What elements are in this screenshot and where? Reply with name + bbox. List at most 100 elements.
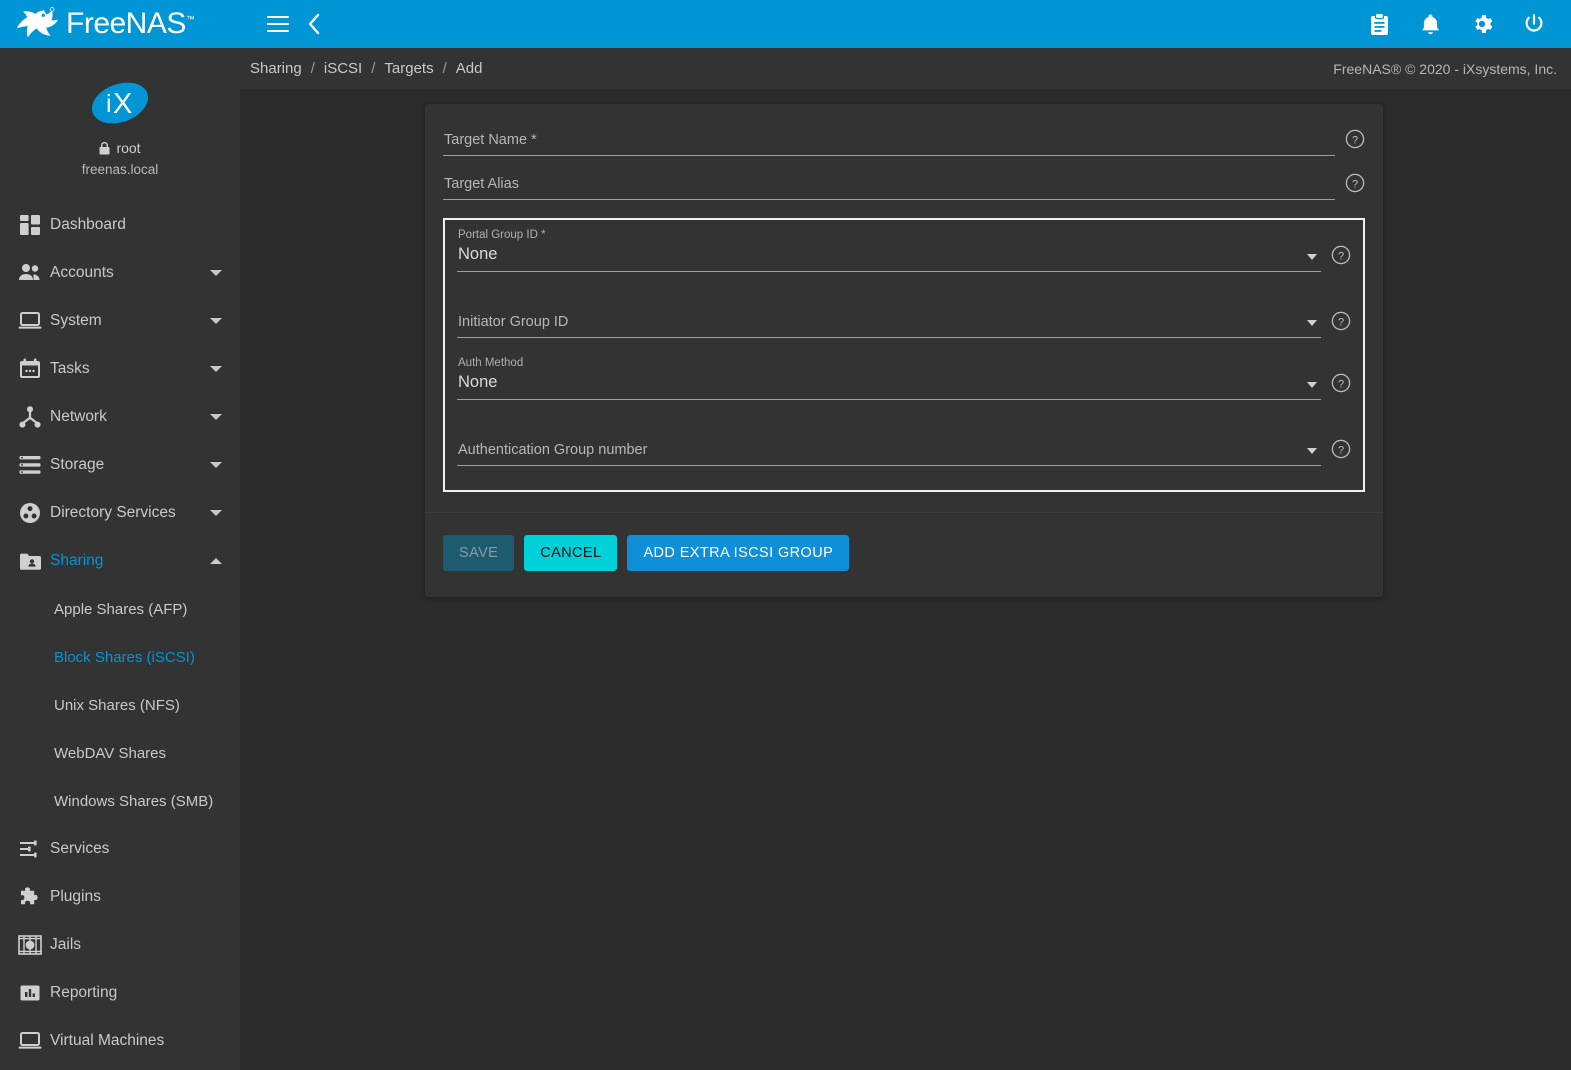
svg-text:?: ? (1338, 378, 1344, 390)
field-underline (443, 155, 1335, 156)
calendar-icon (12, 358, 48, 380)
chevron-down-icon[interactable] (1307, 254, 1317, 260)
laptop-icon (12, 1031, 48, 1051)
sidebar-nav: Dashboard Accounts (0, 195, 240, 1065)
svg-text:?: ? (1352, 134, 1358, 146)
sidebar-item-label: Network (48, 408, 210, 426)
chevron-down-icon[interactable] (1307, 382, 1317, 388)
sidebar-item-virtual-machines[interactable]: Virtual Machines (0, 1017, 240, 1065)
sidebar-item-label: System (48, 312, 210, 330)
sidebar-item-apple-shares-afp[interactable]: Apple Shares (AFP) (0, 585, 240, 633)
field-initiator-group-id[interactable]: Initiator Group ID ? (457, 312, 1351, 338)
chevron-down-icon[interactable] (210, 318, 222, 324)
top-toolbar (240, 0, 1571, 48)
sidebar-item-label: Directory Services (48, 504, 210, 522)
sidebar-item-reporting[interactable]: Reporting (0, 969, 240, 1017)
save-button[interactable]: SAVE (443, 535, 514, 571)
breadcrumb-separator: / (434, 60, 456, 77)
add-extra-iscsi-group-button[interactable]: ADD EXTRA ISCSI GROUP (627, 535, 849, 571)
freenas-admin-page: FreeNAS™ (0, 0, 1571, 1070)
lock-icon (99, 142, 110, 155)
cancel-button[interactable]: CANCEL (524, 535, 617, 571)
help-circle-icon[interactable]: ? (1345, 173, 1365, 193)
svg-text:i: i (106, 90, 112, 118)
breadcrumb-item-2[interactable]: Targets (384, 60, 433, 77)
sidebar-hostname: freenas.local (0, 162, 240, 177)
sidebar-item-windows-shares-smb[interactable]: Windows Shares (SMB) (0, 777, 240, 825)
field-target-name[interactable]: Target Name * ? (443, 130, 1365, 156)
dashboard-grid-icon (12, 214, 48, 236)
task-manager-icon[interactable] (1369, 13, 1390, 36)
field-authentication-group-number[interactable]: Authentication Group number ? (457, 440, 1351, 466)
sidebar-username: root (116, 140, 140, 156)
svg-text:X: X (113, 88, 132, 120)
copyright-text: FreeNAS® © 2020 - iXsystems, Inc. (1333, 61, 1557, 77)
field-label: Target Name * (443, 130, 1335, 150)
sidebar-item-label: Virtual Machines (48, 1032, 222, 1050)
help-circle-icon[interactable]: ? (1331, 439, 1351, 459)
field-label: Initiator Group ID (457, 312, 1321, 332)
sidebar-item-services[interactable]: Services (0, 825, 240, 873)
sidebar-item-label: Reporting (48, 984, 222, 1002)
freenas-fish-logo-icon (14, 7, 58, 41)
sidebar-item-block-shares-iscsi[interactable]: Block Shares (iSCSI) (0, 633, 240, 681)
chevron-left-icon[interactable] (307, 13, 321, 35)
field-underline (443, 199, 1335, 200)
sliders-tune-icon (12, 839, 48, 859)
chevron-up-icon[interactable] (210, 558, 222, 564)
field-portal-group-id[interactable]: Portal Group ID * None ? (457, 228, 1351, 272)
add-target-form-card: Target Name * ? Target Alias ? (425, 104, 1383, 597)
chevron-down-icon[interactable] (1307, 320, 1317, 326)
laptop-icon (12, 311, 48, 331)
sidebar-item-storage[interactable]: Storage (0, 441, 240, 489)
sidebar-item-label: Sharing (48, 552, 210, 570)
sidebar: i X root freenas.local (0, 48, 240, 1070)
chevron-down-icon[interactable] (1307, 448, 1317, 454)
sidebar-item-jails[interactable]: Jails (0, 921, 240, 969)
notifications-bell-icon[interactable] (1420, 13, 1441, 36)
sidebar-item-unix-shares-nfs[interactable]: Unix Shares (NFS) (0, 681, 240, 729)
help-circle-icon[interactable]: ? (1345, 129, 1365, 149)
field-underline (457, 337, 1321, 338)
sidebar-item-system[interactable]: System (0, 297, 240, 345)
help-circle-icon[interactable]: ? (1331, 245, 1351, 265)
settings-gear-icon[interactable] (1471, 13, 1493, 35)
puzzle-piece-icon (12, 886, 48, 908)
breadcrumb-item-3[interactable]: Add (456, 60, 483, 77)
sidebar-profile: i X root freenas.local (0, 48, 240, 195)
field-spacer (457, 418, 1351, 440)
sidebar-item-tasks[interactable]: Tasks (0, 345, 240, 393)
chevron-down-icon[interactable] (210, 462, 222, 468)
field-auth-method[interactable]: Auth Method None ? (457, 356, 1351, 400)
field-label: Target Alias (443, 174, 1335, 194)
hamburger-menu-icon[interactable] (267, 16, 289, 32)
chevron-down-icon[interactable] (210, 270, 222, 276)
chevron-down-icon[interactable] (210, 510, 222, 516)
help-circle-icon[interactable]: ? (1331, 311, 1351, 331)
sidebar-item-sharing[interactable]: Sharing (0, 537, 240, 585)
breadcrumb-item-1[interactable]: iSCSI (324, 60, 362, 77)
field-underline (457, 399, 1321, 400)
sidebar-item-network[interactable]: Network (0, 393, 240, 441)
sidebar-item-label: Tasks (48, 360, 210, 378)
sidebar-item-directory-services[interactable]: Directory Services (0, 489, 240, 537)
breadcrumb: Sharing / iSCSI / Targets / Add (250, 60, 482, 77)
sidebar-item-plugins[interactable]: Plugins (0, 873, 240, 921)
field-label: Auth Method (457, 356, 1321, 370)
field-target-alias[interactable]: Target Alias ? (443, 174, 1365, 200)
breadcrumb-separator: / (302, 60, 324, 77)
bar-chart-icon (12, 982, 48, 1004)
sidebar-item-label: Dashboard (48, 216, 222, 234)
power-icon[interactable] (1523, 13, 1545, 35)
chevron-down-icon[interactable] (210, 366, 222, 372)
breadcrumb-item-0[interactable]: Sharing (250, 60, 302, 77)
chevron-down-icon[interactable] (210, 414, 222, 420)
field-label: Portal Group ID * (457, 228, 1321, 242)
sidebar-item-webdav-shares[interactable]: WebDAV Shares (0, 729, 240, 777)
sidebar-item-dashboard[interactable]: Dashboard (0, 201, 240, 249)
brand-name: FreeNAS™ (66, 9, 194, 39)
sidebar-item-accounts[interactable]: Accounts (0, 249, 240, 297)
help-circle-icon[interactable]: ? (1331, 373, 1351, 393)
main-content: Target Name * ? Target Alias ? (240, 89, 1571, 1070)
field-value: None (457, 373, 497, 391)
